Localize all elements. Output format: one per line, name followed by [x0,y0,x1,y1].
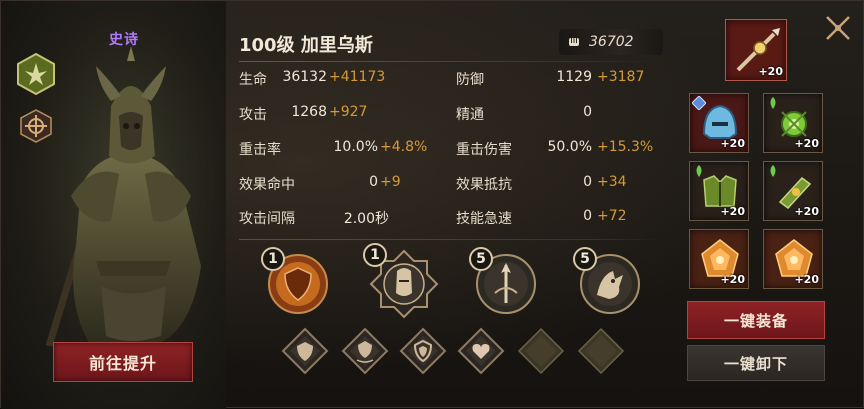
unequip-all-button[interactable]: 一键卸下 [687,345,825,381]
equip-level: +20 [720,273,745,286]
equip-slot-gem-1[interactable]: +20 [689,229,749,289]
stat-bonus-value: +72 [597,208,627,224]
promote-button[interactable]: 前往提升 [53,342,193,382]
rune-slot-5[interactable] [517,327,565,375]
rune-slot-6[interactable] [577,327,625,375]
power-display: 36702 [559,29,663,55]
stat-base-value: 0 [583,174,592,190]
class-icon[interactable] [19,109,53,143]
rune-slot-3[interactable] [399,327,447,375]
stat-label: 防御 [456,72,484,88]
stat-base-value: 2.00秒 [343,211,389,227]
equip-level: +20 [794,137,819,150]
skill-level-badge: 1 [261,247,285,271]
equip-slot-weapon[interactable]: +20 [725,19,787,81]
equip-level: +20 [758,65,783,78]
stat-base-value: 0 [583,104,592,120]
stat-row-effect-hit: 效果命中 0 +9 [239,174,439,196]
stat-bonus-value: +927 [329,104,368,120]
stat-row-attack: 攻击 1268 +927 [239,104,439,126]
stat-label: 重击伤害 [456,142,512,158]
stat-row-defense: 防御 1129 +3187 [456,69,666,91]
equip-level: +20 [794,205,819,218]
power-fist-icon [569,38,579,46]
stat-label: 效果命中 [239,177,295,193]
equip-slot-bracer[interactable]: +20 [763,161,823,221]
stat-label: 生命 [239,72,267,88]
stat-label: 效果抵抗 [456,177,512,193]
equip-slot-amulet[interactable]: +20 [763,93,823,153]
stat-row-hp: 生命 36132 +41173 [239,69,439,91]
green-rank-badge-icon [696,165,702,177]
equip-slot-armor[interactable]: +20 [689,161,749,221]
stat-base-value: 36132 [282,69,327,85]
stat-row-crit-damage: 重击伤害 50.0% +15.3% [456,139,666,161]
stat-bonus-value: +3187 [597,69,645,85]
shield-rune-icon [281,327,329,375]
rune-slot-1[interactable] [281,327,329,375]
stat-base-value: 10.0% [333,139,378,155]
equip-all-button[interactable]: 一键装备 [687,301,825,339]
empty-rune-icon [517,327,565,375]
power-value: 36702 [589,34,634,50]
skill-level-badge: 5 [573,247,597,271]
hero-title: 100级 加里乌斯 [239,35,373,56]
close-icon[interactable] [821,11,855,45]
green-rank-badge-icon [770,97,776,109]
stat-row-attack-interval: 攻击间隔 2.00秒 [239,208,439,230]
equip-level: +20 [720,205,745,218]
skill-level-badge: 1 [363,243,387,267]
stat-row-mastery: 精通 0 [456,104,666,126]
hero-detail-panel: 史诗 前往提升 100级 加里乌斯 36702 生命 36132 +41173 [0,0,864,409]
stats-divider [239,239,661,240]
stat-bonus-value: +4.8% [380,139,428,155]
hero-portrait-area: 史诗 前往提升 [1,1,226,409]
shield-wave-rune-icon [341,327,389,375]
stat-base-value: 1268 [291,104,327,120]
equip-slot-helmet[interactable]: +20 [689,93,749,153]
stat-label: 精通 [456,107,484,123]
skill-slot-3[interactable]: 5 [469,247,537,315]
stat-base-value: 50.0% [547,139,592,155]
faction-icon[interactable] [15,53,57,95]
stat-label: 重击率 [239,142,281,158]
skill-level-badge: 5 [469,247,493,271]
empty-rune-icon [577,327,625,375]
equip-level: +20 [720,137,745,150]
skill-slot-1[interactable]: 1 [261,247,329,315]
equip-slot-gem-2[interactable]: +20 [763,229,823,289]
stat-row-effect-resist: 效果抵抗 0 +34 [456,174,666,196]
heart-rune-icon [457,327,505,375]
shield-crest-rune-icon [399,327,447,375]
stat-bonus-value: +15.3% [597,139,654,155]
stat-base-value: 0 [369,174,378,190]
stat-base-value: 1129 [556,69,592,85]
stat-label: 技能急速 [456,211,512,227]
header-divider [239,61,659,62]
stat-bonus-value: +9 [380,174,401,190]
green-rank-badge-icon [770,165,776,177]
stat-row-skill-haste: 技能急速 0 +72 [456,208,666,230]
stat-row-crit-rate: 重击率 10.0% +4.8% [239,139,439,161]
hero-portrait [45,46,201,346]
equip-level: +20 [794,273,819,286]
stat-label: 攻击 [239,107,267,123]
blue-rank-badge-icon [692,96,706,110]
rune-slot-4[interactable] [457,327,505,375]
stat-bonus-value: +41173 [329,69,386,85]
rune-slot-2[interactable] [341,327,389,375]
stat-label: 攻击间隔 [239,211,295,227]
rarity-label: 史诗 [109,32,139,48]
stat-base-value: 0 [583,208,592,224]
skill-slot-2[interactable]: 1 [363,243,439,319]
skill-slot-4[interactable]: 5 [573,247,641,315]
stat-bonus-value: +34 [597,174,627,190]
